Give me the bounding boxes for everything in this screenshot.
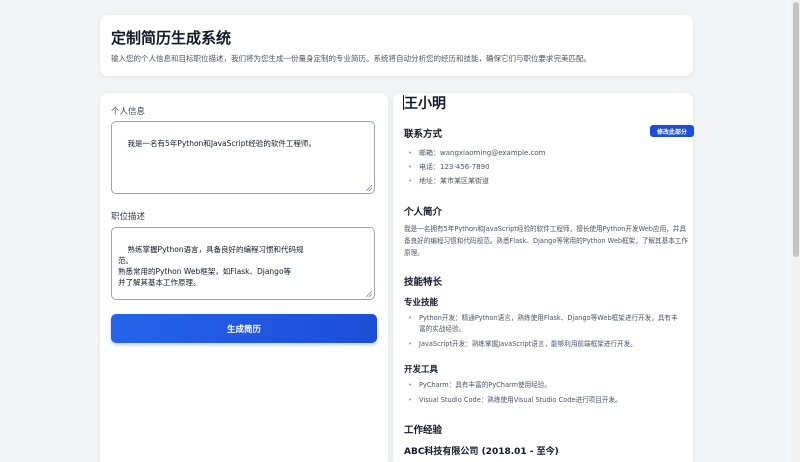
summary-section-title: 个人简介 bbox=[404, 207, 443, 218]
edit-section-button[interactable]: 修改此部分 bbox=[650, 125, 694, 137]
pro-skills-list: Python开发：精通Python语言，熟练使用Flask、Django等Web… bbox=[408, 313, 683, 354]
contact-address: 地址：某市某区某街道 bbox=[408, 174, 546, 188]
job-description-text: 熟练掌握Python语言，具备良好的编程习惯和代码规 范。 熟悉常用的Pytho… bbox=[118, 245, 304, 287]
skills-section-title: 技能特长 bbox=[404, 277, 443, 288]
summary-text: 我是一名拥有5年Python和JavaScript经验的软件工程师，擅长使用Py… bbox=[404, 225, 688, 257]
app-title: 定制简历生成系统 bbox=[111, 29, 232, 47]
tools-title: 开发工具 bbox=[404, 365, 439, 375]
resume-name[interactable]: 王小明 bbox=[404, 93, 446, 113]
resize-grip-icon[interactable] bbox=[366, 291, 372, 297]
job-description-textarea[interactable]: 熟练掌握Python语言，具备良好的编程习惯和代码规 范。 熟悉常用的Pytho… bbox=[111, 227, 375, 300]
contact-list: 邮箱：wangxiaoming@example.com 电话：123-456-7… bbox=[408, 146, 546, 188]
scrollbar-thumb[interactable] bbox=[793, 2, 799, 257]
contact-section-title: 联系方式 bbox=[404, 129, 443, 140]
list-item: JavaScript开发：熟练掌握JavaScript语言，能够利用前端框架进行… bbox=[408, 339, 683, 350]
personal-info-text: 我是一名有5年Python和JavaScript经验的软件工程师。 bbox=[127, 139, 316, 148]
list-item: Python开发：精通Python语言，熟练使用Flask、Django等Web… bbox=[408, 313, 683, 335]
tools-list: PyCharm：具有丰富的PyCharm使用经验。 Visual Studio … bbox=[408, 380, 683, 410]
personal-info-label: 个人信息 bbox=[111, 107, 146, 117]
list-item: Visual Studio Code：熟练使用Visual Studio Cod… bbox=[408, 395, 683, 406]
experience-section-title: 工作经验 bbox=[404, 425, 443, 436]
generate-resume-button[interactable]: 生成简历 bbox=[111, 314, 377, 343]
personal-info-textarea[interactable]: 我是一名有5年Python和JavaScript经验的软件工程师。 bbox=[111, 121, 375, 194]
pro-skills-title: 专业技能 bbox=[404, 298, 439, 308]
contact-email: 邮箱：wangxiaoming@example.com bbox=[408, 146, 546, 160]
page-scrollbar[interactable] bbox=[791, 0, 800, 462]
resume-preview-panel: 王小明 联系方式 修改此部分 邮箱：wangxiaoming@example.c… bbox=[393, 93, 694, 462]
app-subtitle: 输入您的个人信息和目标职位描述，我们将为您生成一份量身定制的专业简历。系统将自动… bbox=[111, 54, 591, 63]
company-name: ABC科技有限公司 (2018.01 - 至今) bbox=[404, 447, 559, 457]
list-item: PyCharm：具有丰富的PyCharm使用经验。 bbox=[408, 380, 683, 391]
input-panel: 个人信息 我是一名有5年Python和JavaScript经验的软件工程师。 职… bbox=[100, 93, 388, 462]
resize-grip-icon[interactable] bbox=[366, 185, 372, 191]
contact-phone: 电话：123-456-7890 bbox=[408, 160, 546, 174]
job-description-label: 职位描述 bbox=[111, 212, 146, 222]
header-card: 定制简历生成系统 输入您的个人信息和目标职位描述，我们将为您生成一份量身定制的专… bbox=[100, 15, 693, 76]
